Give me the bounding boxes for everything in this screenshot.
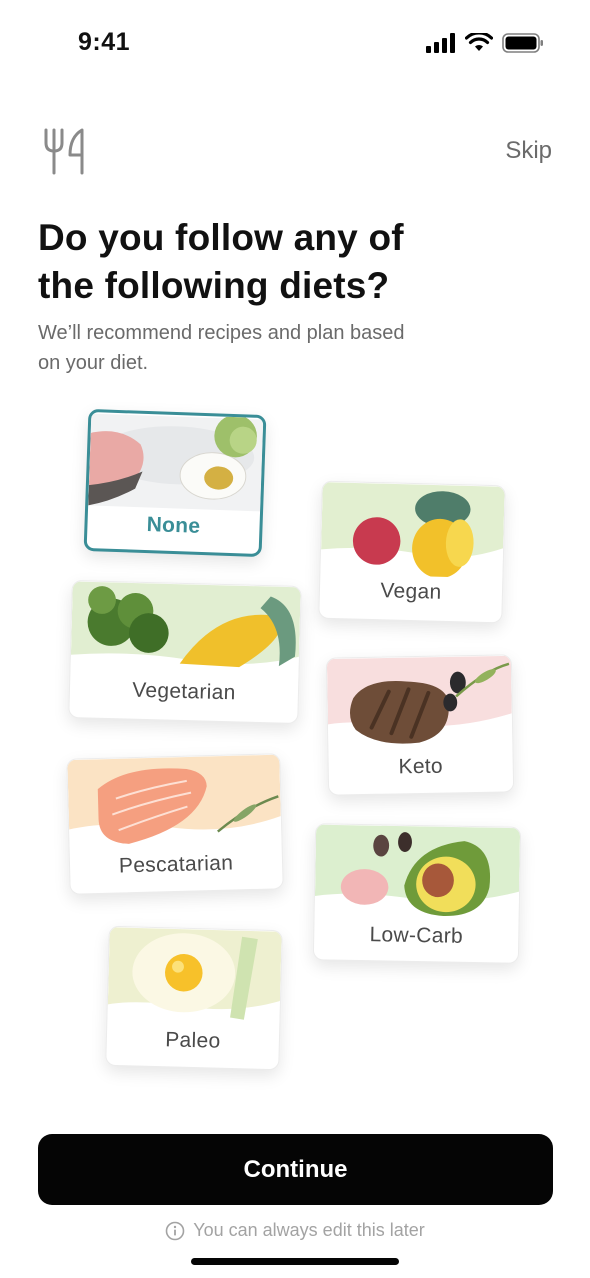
diet-card-none[interactable]: None <box>83 408 267 558</box>
none-illustration <box>88 413 264 512</box>
status-bar: 9:41 <box>0 0 590 90</box>
continue-button[interactable]: Continue <box>38 1134 553 1205</box>
battery-icon <box>502 33 543 53</box>
diet-card-low-carb[interactable]: Low-Carb <box>312 823 522 964</box>
edit-later-text: You can always edit this later <box>193 1220 425 1240</box>
diet-card-pescatarian[interactable]: Pescatarian <box>66 753 284 895</box>
diet-card-paleo[interactable]: Paleo <box>105 925 283 1071</box>
vegan-illustration <box>320 482 505 579</box>
home-indicator <box>191 1258 399 1265</box>
vegetarian-illustration <box>70 581 301 679</box>
pescatarian-illustration <box>67 754 282 848</box>
edit-later-hint: You can always edit this later <box>0 1220 590 1241</box>
cellular-signal-icon <box>426 33 455 53</box>
low-carb-illustration <box>314 824 521 918</box>
diet-label-pescatarian: Pescatarian <box>118 851 234 878</box>
diet-label-vegan: Vegan <box>380 579 442 604</box>
diet-card-keto[interactable]: Keto <box>325 654 515 796</box>
paleo-illustration <box>107 927 282 1023</box>
diet-label-low-carb: Low-Carb <box>369 923 464 948</box>
diet-card-vegan[interactable]: Vegan <box>318 480 506 624</box>
skip-button[interactable]: Skip <box>505 137 552 165</box>
page-title: Do you follow any of the following diets… <box>38 217 404 306</box>
diet-label-vegetarian: Vegetarian <box>131 678 236 705</box>
status-icons <box>426 33 544 53</box>
diet-label-paleo: Paleo <box>164 1028 221 1053</box>
keto-illustration <box>326 655 513 751</box>
status-time: 9:41 <box>78 28 131 56</box>
diet-label-keto: Keto <box>398 754 444 779</box>
page-subtitle: We’ll recommend recipes and plan based o… <box>38 322 405 374</box>
diet-card-vegetarian[interactable]: Vegetarian <box>68 580 302 724</box>
wifi-icon <box>465 33 493 51</box>
diet-label-none: None <box>146 513 201 538</box>
fork-knife-icon <box>44 128 84 175</box>
info-icon <box>165 1221 185 1240</box>
